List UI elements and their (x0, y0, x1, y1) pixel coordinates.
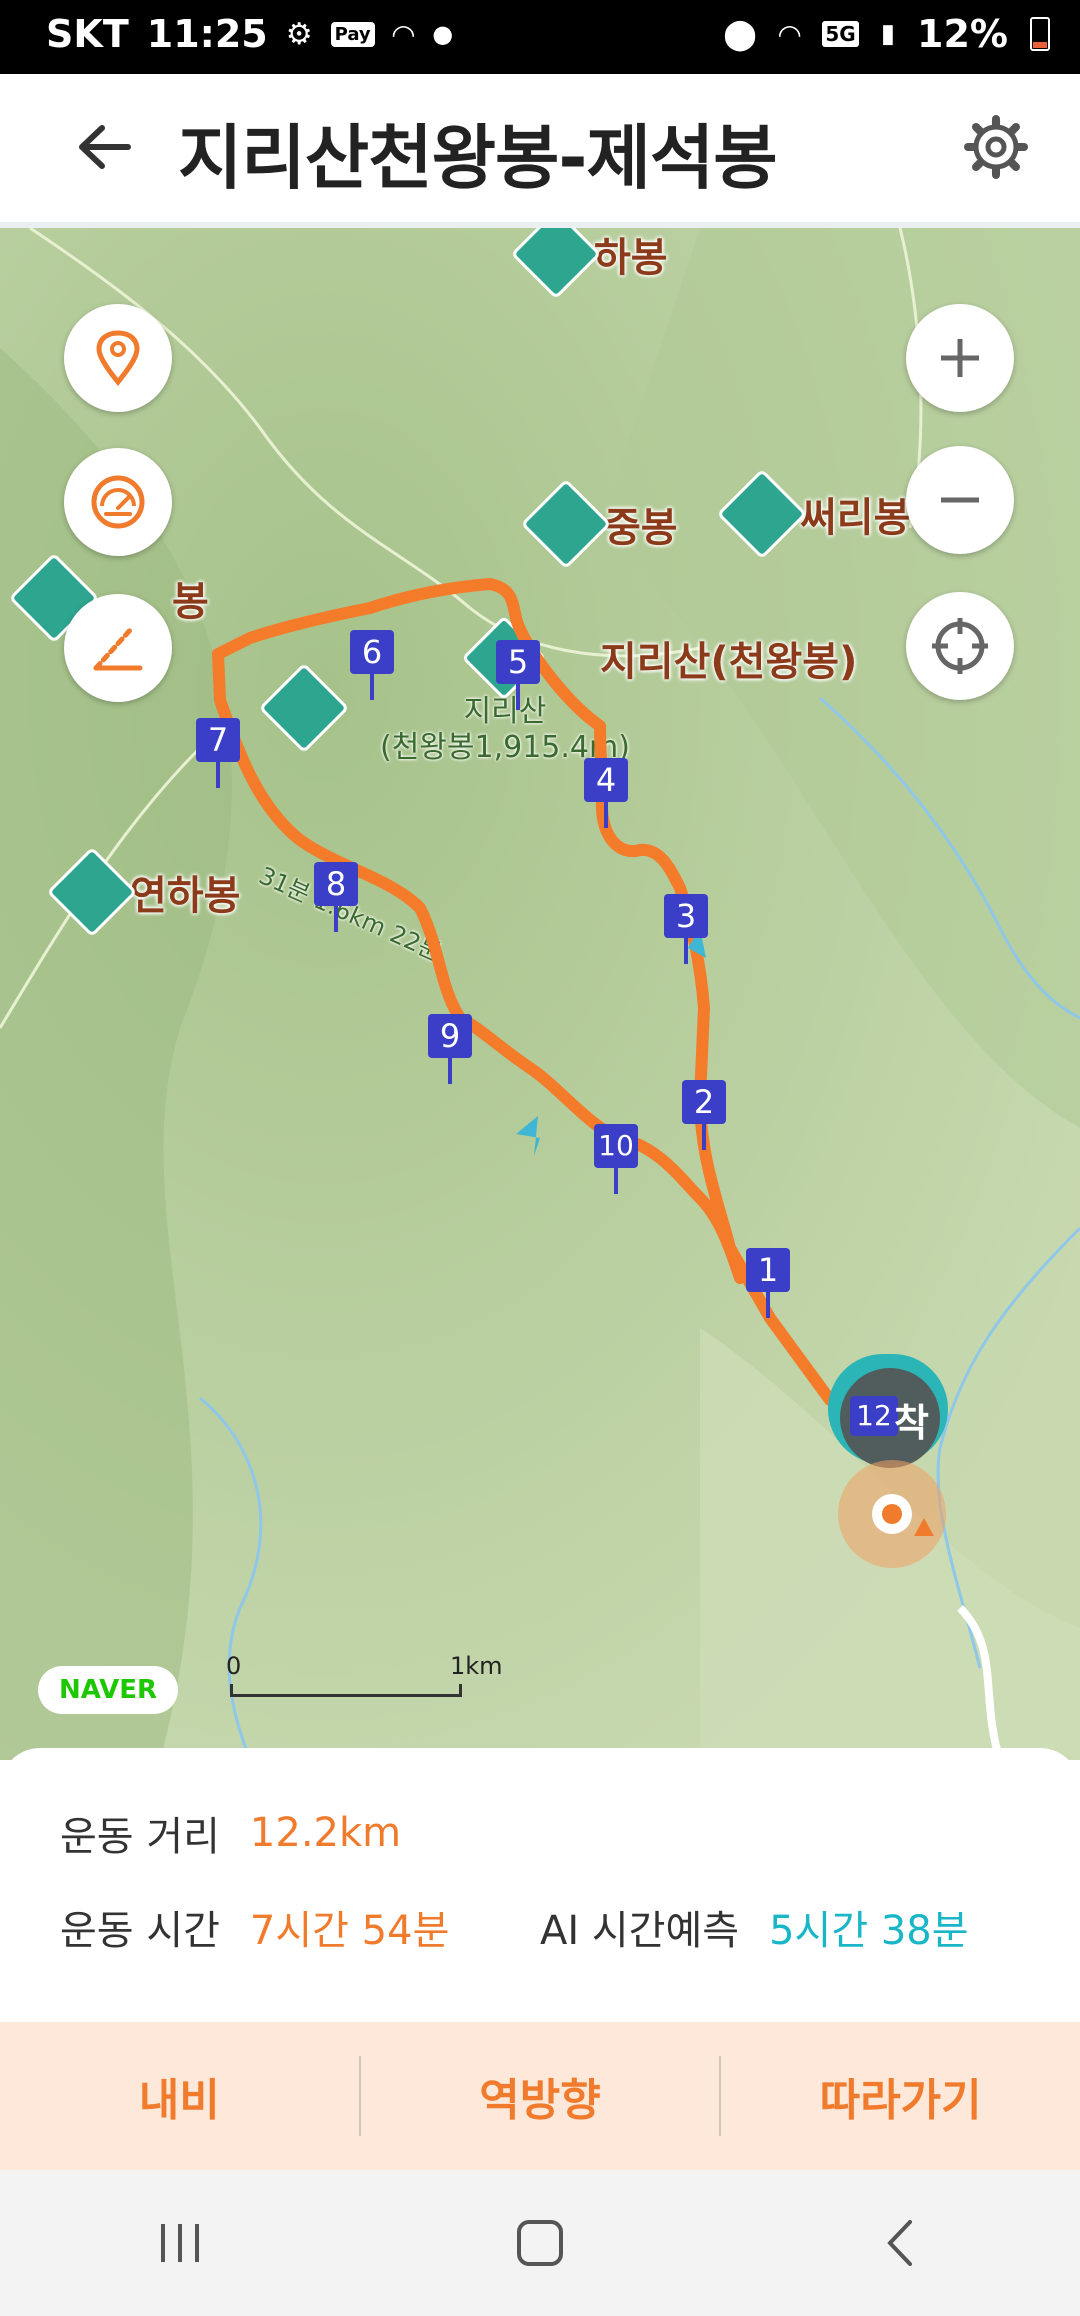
waypoint-marker[interactable]: 10 (594, 1124, 638, 1194)
minus-icon (941, 497, 979, 503)
waypoint-number: 3 (664, 894, 708, 938)
distance-label: 운동 거리 (60, 1814, 220, 1860)
back-chevron-icon (887, 2220, 912, 2266)
waypoint-marker[interactable]: 5 (496, 640, 540, 710)
waypoint-number: 8 (314, 862, 358, 906)
waypoint-number: 2 (682, 1080, 726, 1124)
system-nav-bar (0, 2170, 1080, 2316)
waypoint-pin (370, 674, 374, 700)
current-location-marker (838, 1460, 946, 1568)
time-label: 운동 시간 (60, 1908, 220, 1954)
waypoint-number: 10 (594, 1124, 638, 1168)
distance-row: 운동 거리 12.2km (60, 1804, 401, 1862)
waypoint-marker[interactable]: 4 (584, 758, 628, 828)
status-bar: SKT 11:25 ⚙ Pay ◠ ● ⬤ ◠ 5G ▮ 12% (0, 0, 1080, 74)
waypoint-marker[interactable]: 6 (350, 630, 394, 700)
network-badge: 5G (822, 21, 859, 47)
wifi-icon: ◠ (392, 17, 415, 51)
waypoint-number: 12 (850, 1396, 898, 1436)
follow-button[interactable]: 따라가기 (721, 2022, 1080, 2170)
map-view[interactable]: 하봉 중봉 써리봉 지리산(천왕봉) 연하봉 봉 지리산 (천왕봉1,915.4… (0, 228, 1080, 1760)
speed-gauge-button[interactable] (64, 448, 172, 556)
recenter-button[interactable] (906, 592, 1014, 700)
naver-logo: NAVER (38, 1666, 178, 1714)
ai-row: AI 시간예측 5시간 38분 (540, 1898, 969, 1956)
system-back-button[interactable] (840, 2193, 960, 2293)
action-bar: 내비 역방향 따라가기 (0, 2022, 1080, 2170)
waypoint-number: 9 (428, 1014, 472, 1058)
waypoint-marker[interactable]: 3 (664, 894, 708, 964)
waypoint-number: 7 (196, 718, 240, 762)
waypoint-marker[interactable]: 1 (746, 1248, 790, 1318)
recent-apps-icon (161, 2224, 199, 2262)
waypoint-marker[interactable]: 7 (196, 718, 240, 788)
waypoint-pin (702, 1124, 706, 1150)
waypoint-pin (684, 938, 688, 964)
gauge-icon (91, 475, 145, 529)
clock: 11:25 (146, 12, 268, 56)
waypoint-pin (766, 1292, 770, 1318)
app-bar: 지리산천왕봉-제석봉 (0, 74, 1080, 228)
elevation-icon (93, 625, 143, 671)
signal-icon: ▮ (880, 19, 896, 49)
wifi-calling-icon: ◠ (778, 17, 801, 51)
ai-value: 5시간 38분 (769, 1908, 969, 1954)
crosshair-icon (932, 618, 988, 674)
summary-sheet: 운동 거리 12.2km 운동 시간 7시간 54분 AI 시간예측 5시간 3… (0, 1748, 1080, 2022)
waypoint-marker[interactable]: 2 (682, 1080, 726, 1150)
end-label: 착 (894, 1401, 929, 1445)
waypoint-pin (516, 684, 520, 710)
page-title: 지리산천왕봉-제석봉 (178, 117, 778, 199)
scale-end: 1km (450, 1652, 503, 1680)
carrier-label: SKT (46, 12, 129, 56)
back-button[interactable] (64, 112, 144, 182)
walk-icon: ⚙ (285, 16, 313, 52)
waypoint-number: 5 (496, 640, 540, 684)
location-pin-icon (96, 330, 140, 386)
navi-button[interactable]: 내비 (0, 2022, 359, 2170)
waypoint-marker[interactable]: 8 (314, 862, 358, 932)
waypoint-pin (334, 906, 338, 932)
waypoint-pin (216, 762, 220, 788)
elevation-button[interactable] (64, 594, 172, 702)
reverse-button[interactable]: 역방향 (361, 2022, 720, 2170)
waypoint-number: 1 (746, 1248, 790, 1292)
waypoint-pin (604, 802, 608, 828)
gear-icon (964, 115, 1028, 179)
distance-value: 12.2km (249, 1810, 402, 1856)
plus-icon (941, 339, 979, 377)
end-marker[interactable]: 12 착 (828, 1354, 948, 1468)
waypoint-marker[interactable]: 9 (428, 1014, 472, 1084)
recent-apps-button[interactable] (120, 2193, 240, 2293)
home-icon (517, 2220, 563, 2266)
location-pin-button[interactable] (64, 304, 172, 412)
time-row: 운동 시간 7시간 54분 (60, 1898, 449, 1956)
dot-icon: ● (432, 20, 454, 48)
waypoint-pin (448, 1058, 452, 1084)
location-icon: ⬤ (723, 16, 757, 52)
map-scale: 0 1km (226, 1652, 506, 1697)
pay-icon: Pay (330, 21, 375, 47)
time-value: 7시간 54분 (249, 1908, 450, 1954)
ai-label: AI 시간예측 (540, 1908, 740, 1954)
scale-start: 0 (226, 1652, 242, 1680)
arrow-left-icon (79, 125, 131, 169)
waypoint-pin (614, 1168, 618, 1194)
settings-button[interactable] (956, 112, 1036, 182)
scale-bar (230, 1684, 462, 1697)
zoom-in-button[interactable] (906, 304, 1014, 412)
zoom-out-button[interactable] (906, 446, 1014, 554)
waypoint-number: 6 (350, 630, 394, 674)
home-button[interactable] (480, 2193, 600, 2293)
battery-percent: 12% (917, 12, 1008, 56)
waypoint-number: 4 (584, 758, 628, 802)
battery-icon (1030, 17, 1050, 51)
